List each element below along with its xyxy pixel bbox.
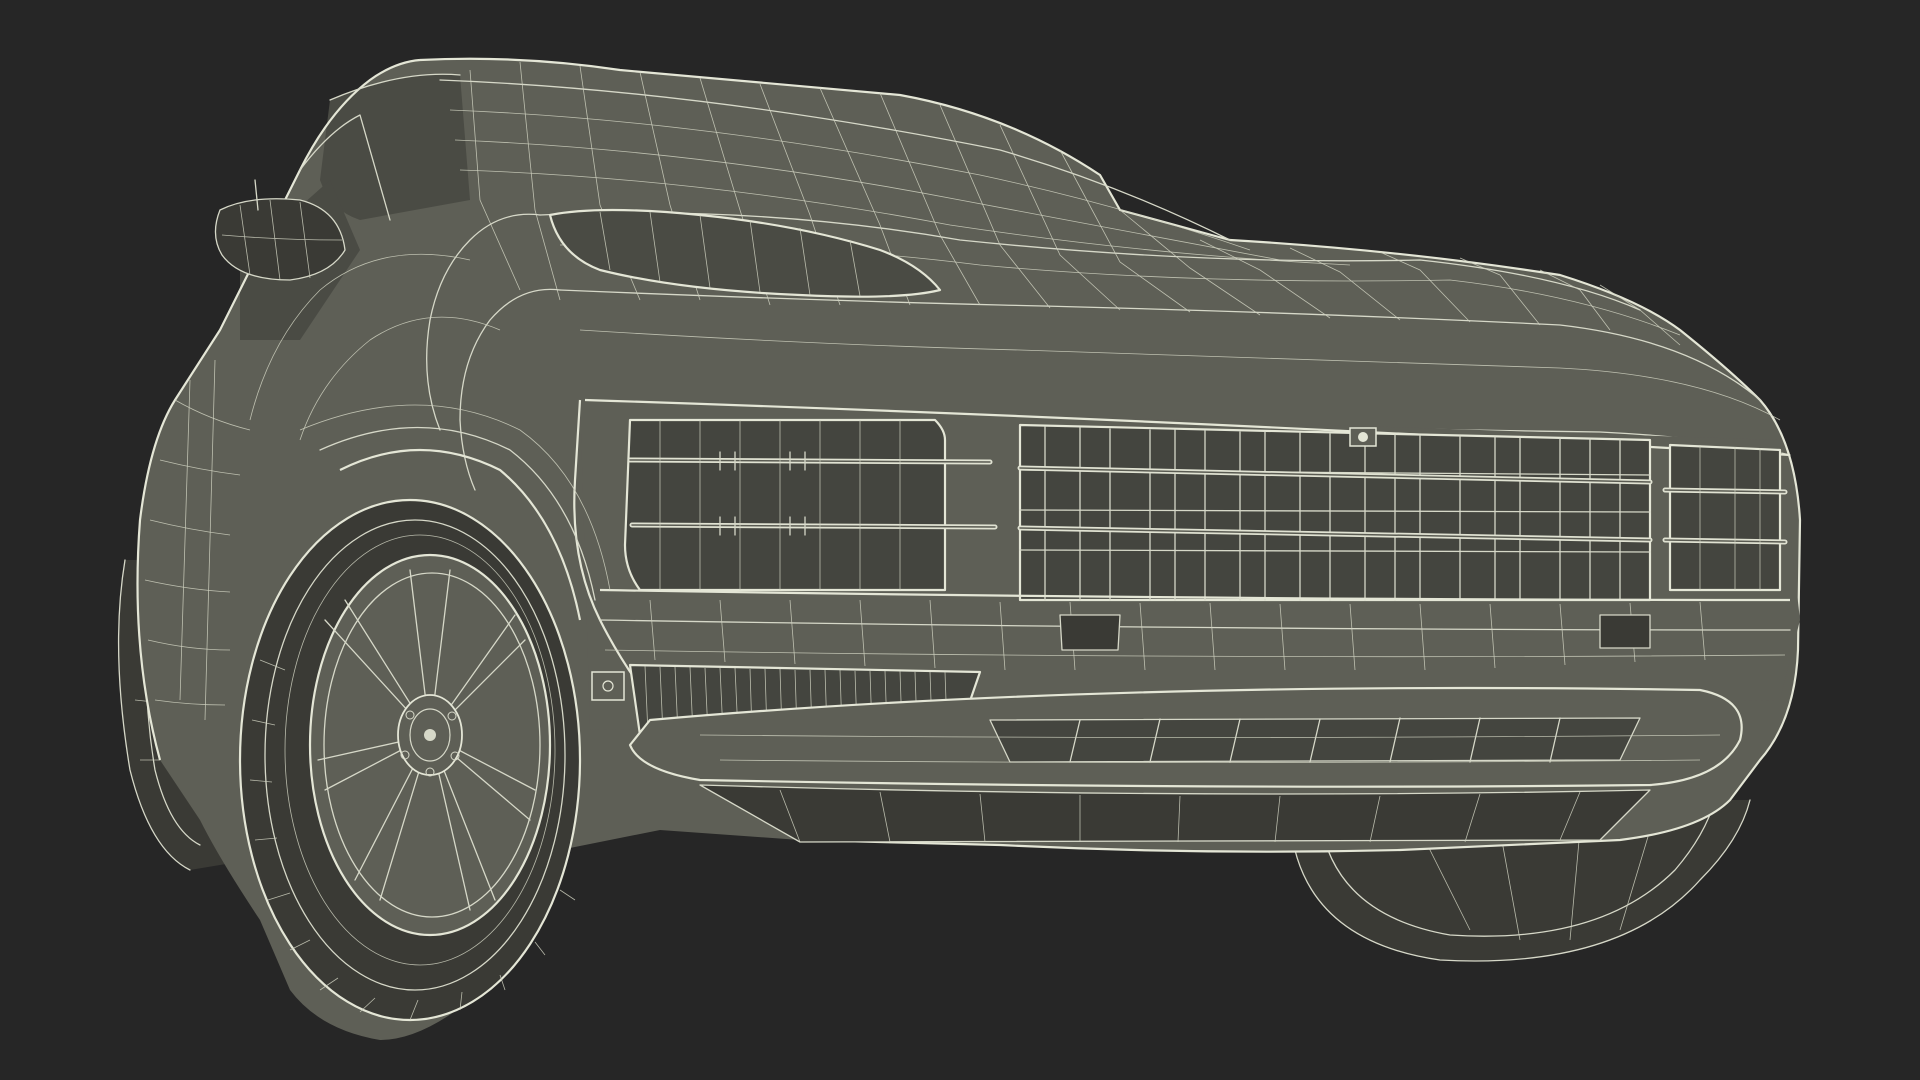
front-left-wheel [238, 498, 582, 1022]
right-intake [1662, 443, 1788, 592]
wireframe-viewport [0, 0, 1920, 1080]
left-intake [623, 418, 998, 592]
fog-light [591, 671, 625, 701]
front-fascia [573, 398, 1800, 843]
center-grille [1017, 423, 1653, 602]
